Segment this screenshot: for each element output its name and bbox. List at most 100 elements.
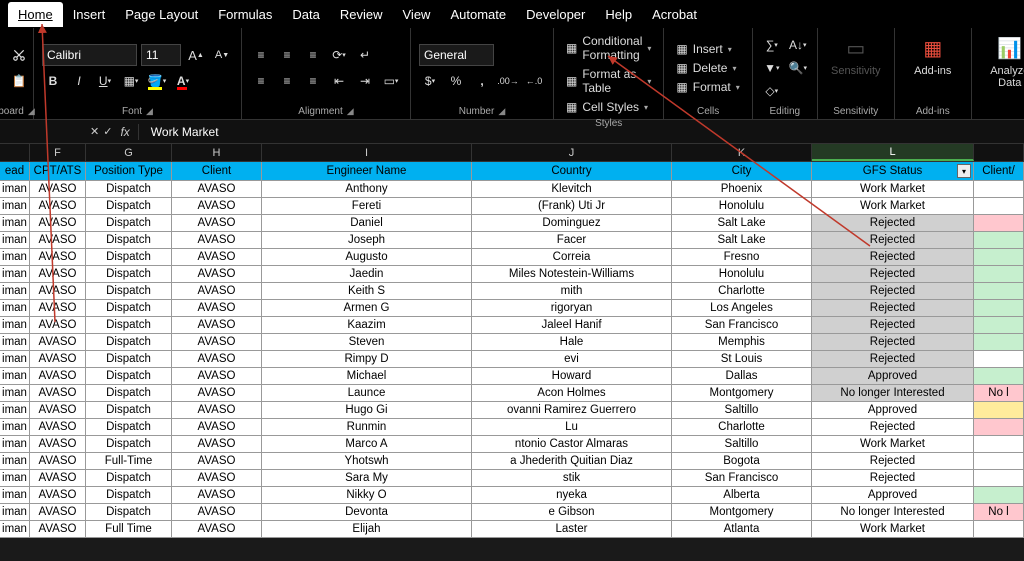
cell[interactable]: Klevitch <box>472 181 672 198</box>
cell[interactable]: Howard <box>472 368 672 385</box>
clear-icon[interactable]: ◇▾ <box>761 80 783 102</box>
cell[interactable]: Work Market <box>812 521 974 538</box>
increase-decimal-icon[interactable]: .00→ <box>497 70 519 92</box>
cell[interactable]: Dominguez <box>472 215 672 232</box>
cell[interactable]: iman <box>0 198 30 215</box>
find-select-icon[interactable]: 🔍▾ <box>787 57 809 79</box>
col-header[interactable]: Position Type <box>86 162 172 181</box>
cell[interactable] <box>974 351 1024 368</box>
cell[interactable]: Work Market <box>812 181 974 198</box>
currency-icon[interactable]: $▾ <box>419 70 441 92</box>
cell[interactable]: AVASO <box>172 283 262 300</box>
cell[interactable]: Joseph <box>262 232 472 249</box>
cell[interactable]: iman <box>0 215 30 232</box>
cell[interactable]: AVASO <box>30 215 86 232</box>
cell[interactable]: No l <box>974 385 1024 402</box>
cell[interactable]: AVASO <box>172 215 262 232</box>
cell[interactable]: AVASO <box>172 368 262 385</box>
cell[interactable]: a Jhederith Quitian Diaz <box>472 453 672 470</box>
align-right-icon[interactable]: ≡ <box>302 70 324 92</box>
format-cells-button[interactable]: ▦Format ▾ <box>672 78 743 96</box>
cell[interactable]: AVASO <box>172 317 262 334</box>
cell[interactable]: Saltillo <box>672 402 812 419</box>
cell[interactable]: AVASO <box>30 504 86 521</box>
cell[interactable]: AVASO <box>30 351 86 368</box>
col-header[interactable]: Country <box>472 162 672 181</box>
cell[interactable]: Steven <box>262 334 472 351</box>
fill-icon[interactable]: ▼▾ <box>761 57 783 79</box>
cell[interactable]: Kaazim <box>262 317 472 334</box>
cell[interactable]: AVASO <box>30 249 86 266</box>
cell[interactable]: iman <box>0 283 30 300</box>
cell[interactable]: iman <box>0 317 30 334</box>
cell[interactable]: San Francisco <box>672 470 812 487</box>
cell[interactable]: iman <box>0 453 30 470</box>
cell[interactable]: Fereti <box>262 198 472 215</box>
cell[interactable]: Dispatch <box>86 351 172 368</box>
align-middle-icon[interactable]: ≡ <box>276 44 298 66</box>
col-header[interactable]: Client/ <box>974 162 1024 181</box>
decrease-decimal-icon[interactable]: ←.0 <box>523 70 545 92</box>
dialog-launcher-icon[interactable]: ◢ <box>498 106 505 117</box>
menu-automate[interactable]: Automate <box>440 2 516 27</box>
cell[interactable]: Dispatch <box>86 249 172 266</box>
col-letter[interactable]: K <box>672 144 812 161</box>
cell[interactable] <box>974 215 1024 232</box>
cell[interactable]: Augusto <box>262 249 472 266</box>
cell[interactable]: San Francisco <box>672 317 812 334</box>
merge-icon[interactable]: ▭▾ <box>380 70 402 92</box>
cell[interactable] <box>974 300 1024 317</box>
cell[interactable]: AVASO <box>30 283 86 300</box>
cell[interactable]: AVASO <box>30 181 86 198</box>
menu-developer[interactable]: Developer <box>516 2 595 27</box>
menu-home[interactable]: Home <box>8 2 63 27</box>
col-header[interactable]: Client <box>172 162 262 181</box>
cell[interactable]: Rejected <box>812 419 974 436</box>
bold-icon[interactable]: B <box>42 70 64 92</box>
cell[interactable]: Sara My <box>262 470 472 487</box>
cell[interactable]: AVASO <box>30 402 86 419</box>
cell[interactable]: rigoryan <box>472 300 672 317</box>
borders-icon[interactable]: ▦▾ <box>120 70 142 92</box>
cut-icon[interactable] <box>8 44 30 66</box>
cell[interactable]: AVASO <box>172 402 262 419</box>
cell[interactable]: Correia <box>472 249 672 266</box>
cell[interactable]: Rejected <box>812 453 974 470</box>
fx-icon[interactable]: fx <box>120 125 129 139</box>
cell[interactable]: Elijah <box>262 521 472 538</box>
increase-indent-icon[interactable]: ⇥ <box>354 70 376 92</box>
cell[interactable]: AVASO <box>172 385 262 402</box>
cell[interactable]: Lu <box>472 419 672 436</box>
cell[interactable]: (Frank) Uti Jr <box>472 198 672 215</box>
cell[interactable] <box>974 368 1024 385</box>
percent-icon[interactable]: % <box>445 70 467 92</box>
menu-view[interactable]: View <box>393 2 441 27</box>
cell[interactable]: Memphis <box>672 334 812 351</box>
menu-formulas[interactable]: Formulas <box>208 2 282 27</box>
cell[interactable]: iman <box>0 504 30 521</box>
cell[interactable]: St Louis <box>672 351 812 368</box>
font-size-select[interactable] <box>141 44 181 66</box>
cell[interactable]: Marco A <box>262 436 472 453</box>
cell[interactable]: Rejected <box>812 232 974 249</box>
cell[interactable]: No l <box>974 504 1024 521</box>
menu-acrobat[interactable]: Acrobat <box>642 2 707 27</box>
cell[interactable]: ovanni Ramirez Guerrero <box>472 402 672 419</box>
cell[interactable]: iman <box>0 300 30 317</box>
cell[interactable] <box>974 283 1024 300</box>
cell[interactable]: Dispatch <box>86 181 172 198</box>
cell[interactable]: Rejected <box>812 470 974 487</box>
number-format-select[interactable] <box>419 44 494 66</box>
cell-styles-button[interactable]: ▦Cell Styles▾ <box>562 98 655 116</box>
cell[interactable]: AVASO <box>172 521 262 538</box>
dialog-launcher-icon[interactable]: ◢ <box>146 106 153 117</box>
cell[interactable]: AVASO <box>172 181 262 198</box>
addins-button[interactable]: ▦ Add-ins <box>903 32 963 81</box>
cell[interactable]: AVASO <box>30 198 86 215</box>
menu-data[interactable]: Data <box>282 2 329 27</box>
col-letter[interactable]: G <box>86 144 172 161</box>
cell[interactable]: Fresno <box>672 249 812 266</box>
cell[interactable] <box>974 198 1024 215</box>
cell[interactable]: Miles Notestein-Williams <box>472 266 672 283</box>
col-letter[interactable]: F <box>30 144 86 161</box>
